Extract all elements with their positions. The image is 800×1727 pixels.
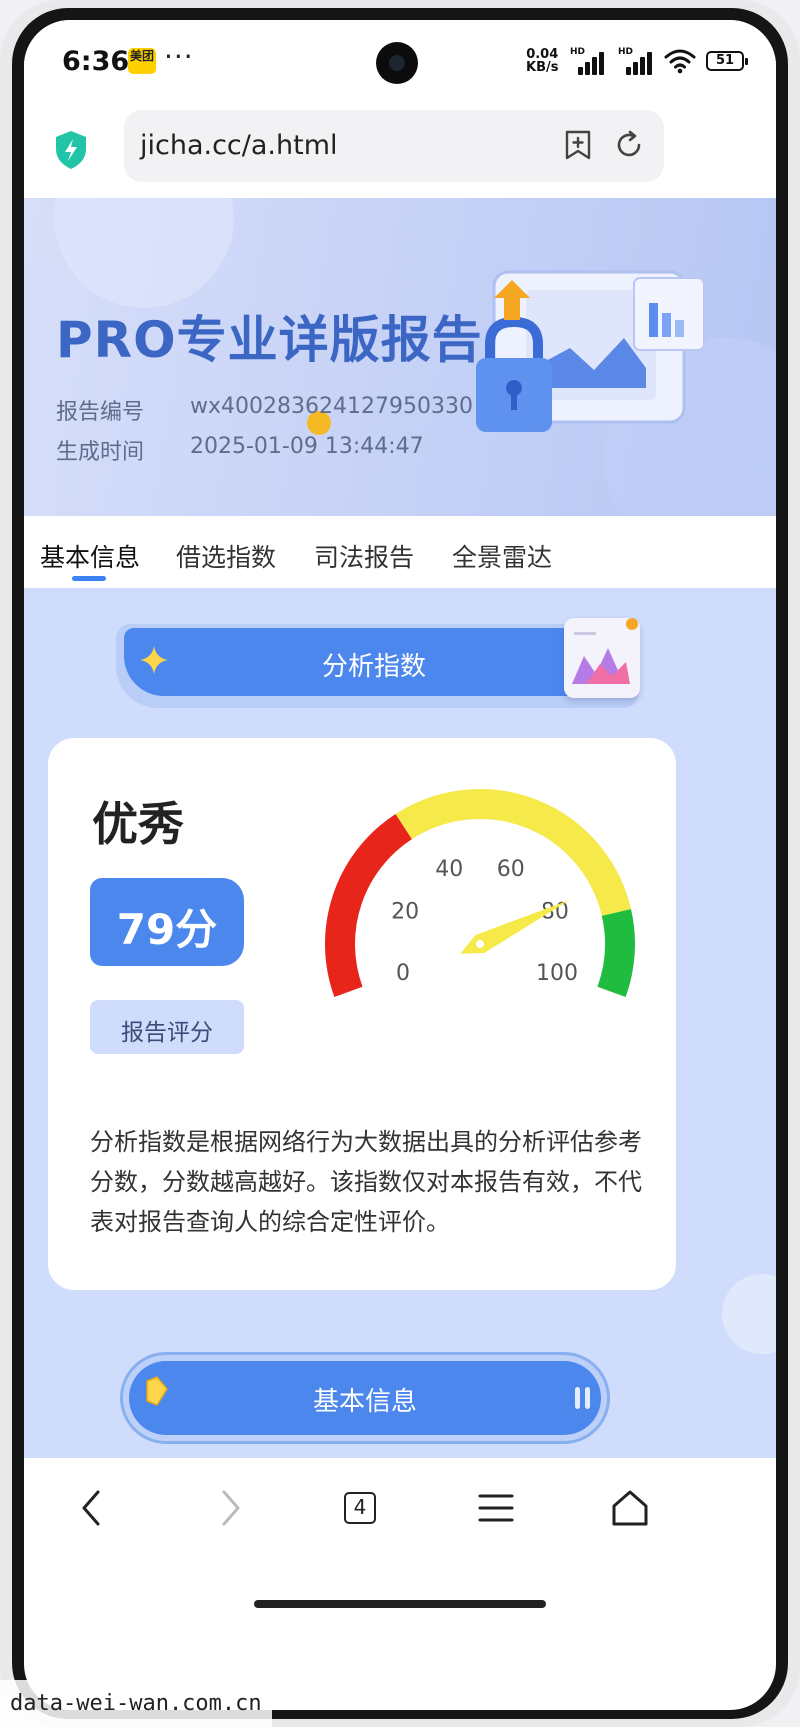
wifi-icon	[664, 49, 696, 74]
gauge-tick-label: 100	[536, 961, 578, 986]
address-bar[interactable]: jicha.cc/a.html	[124, 110, 664, 182]
signal-icon: HD	[570, 47, 606, 75]
meituan-notification-icon: 美团	[128, 48, 156, 74]
gauge-hub	[476, 940, 484, 948]
report-tabs: 基本信息 借选指数 司法报告 全景雷达	[24, 516, 776, 588]
gauge-green-segment	[597, 909, 635, 998]
generated-time-label: 生成时间	[56, 440, 145, 465]
status-bar: 6:36 美团 ··· 0.04 KB/s HD HD 51	[24, 20, 776, 108]
tab-basic-info[interactable]: 基本信息	[40, 538, 140, 574]
score-caption: 报告评分	[121, 1020, 213, 1046]
menu-icon[interactable]	[474, 1486, 518, 1530]
section-header-basic-info[interactable]: 基本信息	[120, 1352, 610, 1444]
network-speed-unit: KB/s	[526, 60, 559, 75]
shield-icon[interactable]	[54, 130, 88, 170]
signal-2-icon: HD	[618, 47, 654, 75]
report-title: PRO专业详版报告	[56, 311, 483, 369]
score-grade: 优秀	[92, 797, 184, 851]
score-gauge: 02040 6080100	[325, 789, 635, 998]
browser-bottom-nav: 4	[24, 1458, 776, 1578]
gauge-tick-label: 20	[391, 900, 419, 925]
active-tab-indicator	[72, 576, 106, 581]
score-caption-box: 报告评分	[90, 1000, 244, 1054]
report-banner: PRO专业详版报告 报告编号 wx400283624127950330 生成时间…	[24, 198, 776, 516]
phone-frame: 6:36 美团 ··· 0.04 KB/s HD HD 51 jicha.cc/…	[0, 0, 800, 1727]
score-badge: 79分	[90, 878, 244, 966]
section-header-body: 分析指数	[124, 628, 624, 696]
report-number-label: 报告编号	[56, 400, 145, 425]
signal-hd-label: HD	[570, 47, 586, 57]
tab-panorama-radar[interactable]: 全景雷达	[452, 538, 552, 574]
background-bubble	[722, 1274, 776, 1354]
section-header-analysis-index: 分析指数	[116, 618, 646, 708]
section-header-basic-info-body: 基本信息	[129, 1361, 601, 1435]
reload-icon[interactable]	[614, 130, 644, 160]
pause-icon	[575, 1387, 591, 1409]
home-icon[interactable]	[608, 1486, 652, 1530]
battery-indicator: 51	[706, 51, 748, 71]
forward-icon[interactable]	[208, 1486, 252, 1530]
next-section-title: 基本信息	[312, 1387, 417, 1417]
tabs-icon[interactable]: 4	[338, 1486, 382, 1530]
more-notifications-icon: ···	[164, 40, 194, 73]
status-time: 6:36	[62, 46, 130, 77]
browser-toolbar: jicha.cc/a.html	[24, 108, 776, 198]
chart-illustration-icon	[564, 618, 640, 698]
score-description: 分析指数是根据网络行为大数据出具的分析评估参考分数，分数越高越好。该指数仅对本报…	[90, 1128, 642, 1236]
gauge-tick-label: 0	[396, 961, 410, 986]
watermark: data-wei-wan.com.cn	[0, 1680, 272, 1727]
score-card: 优秀 79分 报告评分 0 20 40 60 80 100 分析指数是根据网络行为大数据出…	[48, 738, 676, 1290]
home-indicator[interactable]	[254, 1600, 546, 1608]
security-illustration-icon	[476, 270, 705, 432]
report-content: 分析指数 优秀 79分 报告评分 0 20 40 60 80 100 分析指数是根据网络行…	[24, 588, 776, 1458]
front-camera	[376, 42, 418, 84]
back-icon[interactable]	[70, 1486, 114, 1530]
network-speed: 0.04 KB/s	[526, 48, 558, 74]
url-text[interactable]: jicha.cc/a.html	[140, 130, 338, 161]
signal-2-hd-label: HD	[618, 47, 634, 57]
gauge-tick-label: 40	[435, 857, 463, 882]
section-title: 分析指数	[321, 652, 426, 682]
gauge-tick-label: 60	[497, 857, 525, 882]
score-value: 79分	[116, 905, 218, 954]
tab-judicial-report[interactable]: 司法报告	[314, 538, 414, 574]
tab-loan-index[interactable]: 借选指数	[176, 538, 276, 574]
generated-time-value: 2025-01-09 13:44:47	[190, 434, 424, 459]
screen: 6:36 美团 ··· 0.04 KB/s HD HD 51 jicha.cc/…	[24, 20, 776, 1710]
tab-count: 4	[344, 1492, 376, 1524]
report-number-value: wx400283624127950330	[190, 394, 473, 419]
bookmark-add-icon[interactable]	[564, 130, 592, 160]
